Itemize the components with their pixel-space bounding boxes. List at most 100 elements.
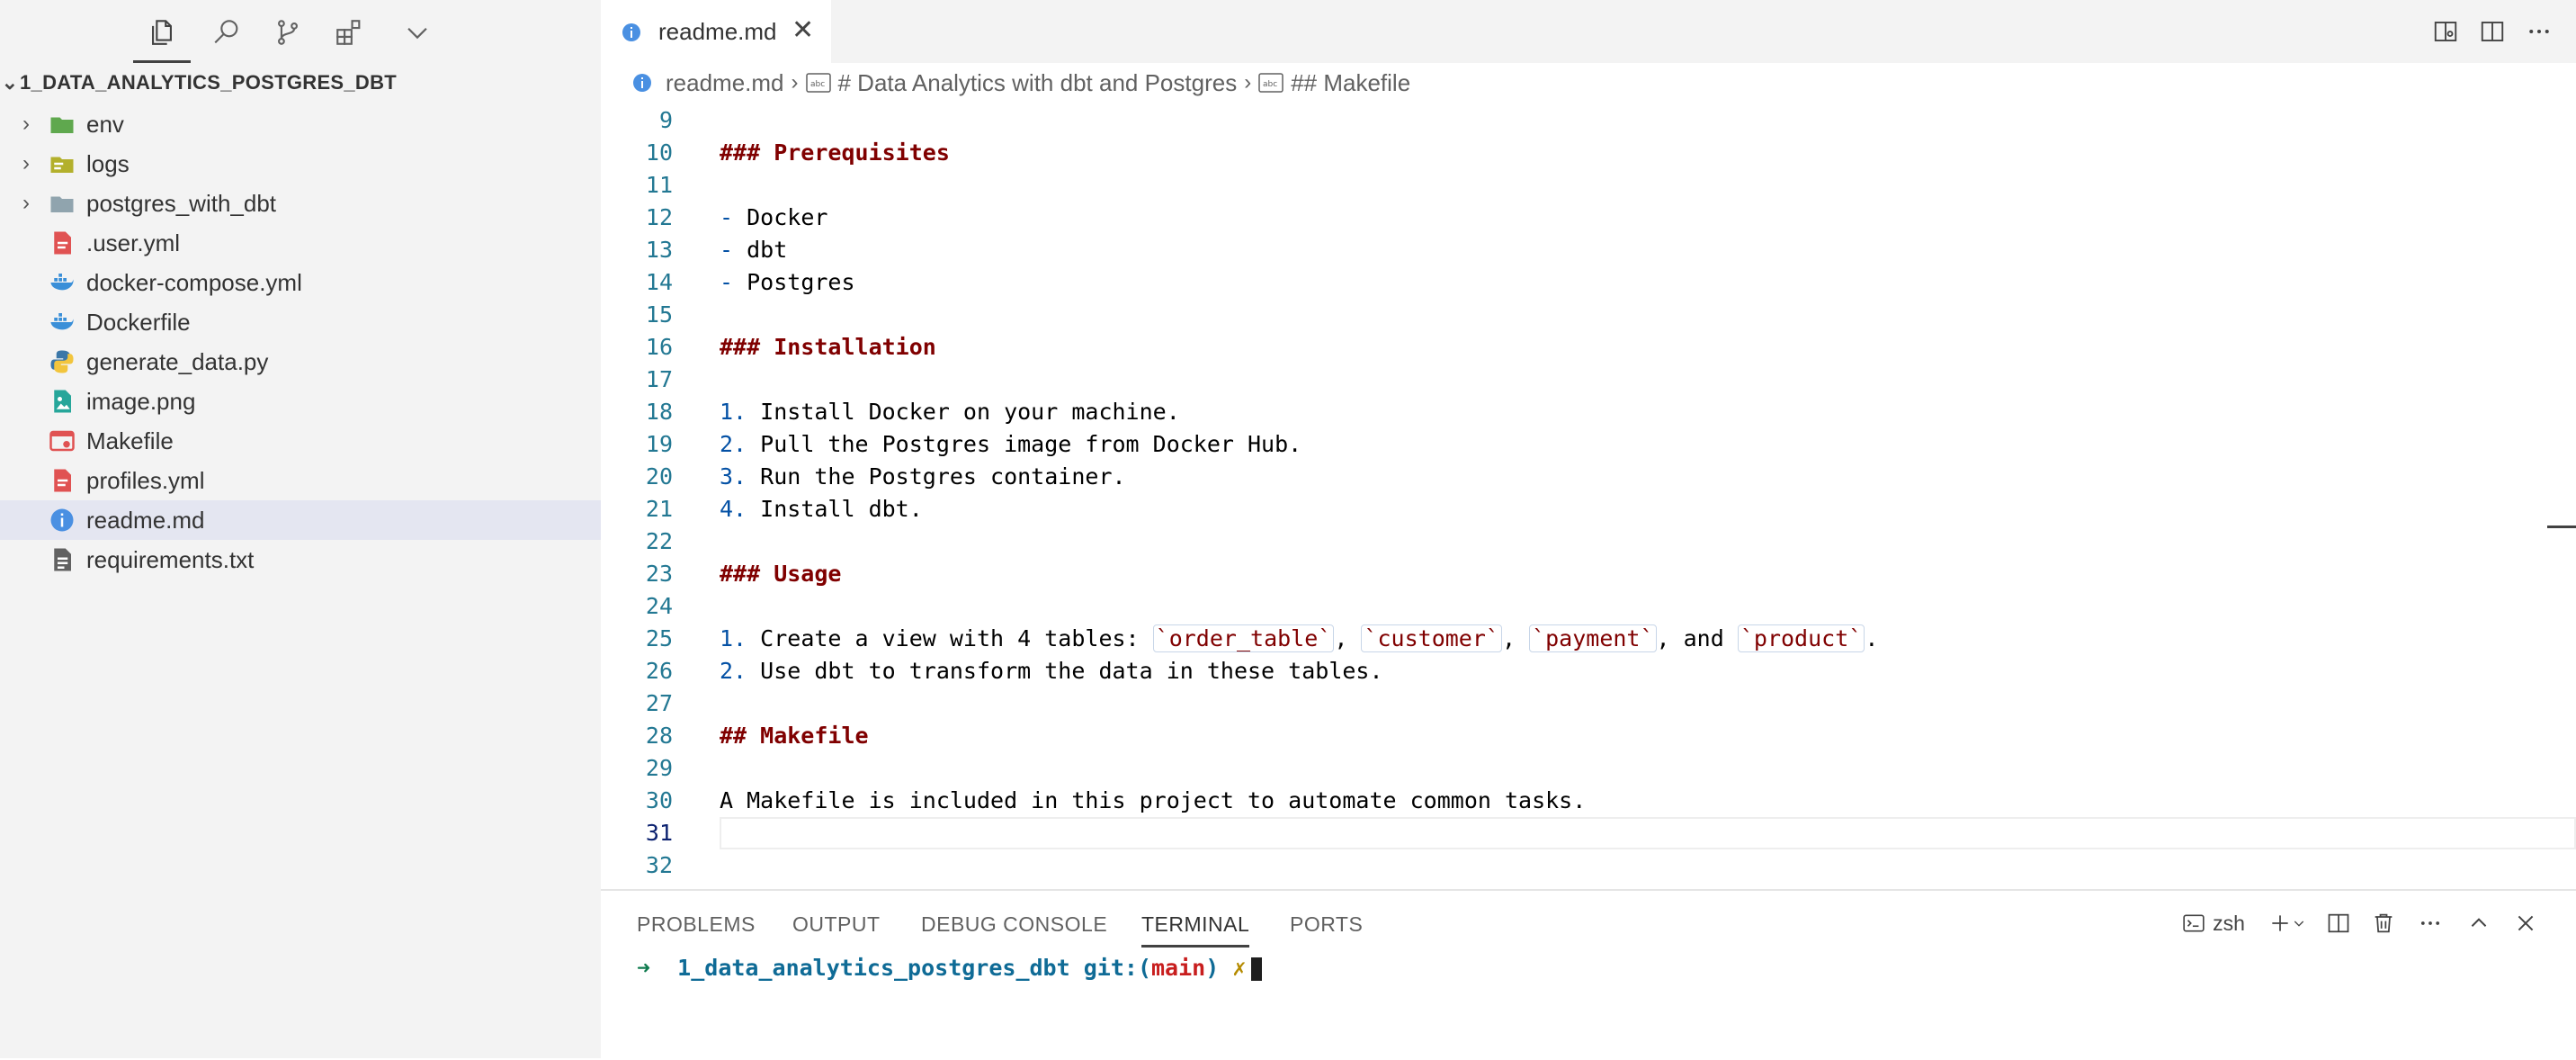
info-icon [621,22,642,48]
file-tree: › env › logs › postgres_with_dbt .user.y… [0,104,601,579]
code-line[interactable]: 19 2. Pull the Postgres image from Docker… [601,428,2576,461]
code-line[interactable]: 30 A Makefile is included in this project… [601,785,2576,817]
terminal-shell-selector[interactable]: zsh [2177,907,2250,939]
close-icon[interactable] [2509,907,2542,939]
line-number: 24 [645,593,673,619]
tab-ports[interactable]: PORTS [1290,912,1363,937]
code-line[interactable]: 31 [601,817,2576,849]
line-content: 2. Pull the Postgres image from Docker H… [720,431,1302,457]
code-line[interactable]: 32 [601,849,2576,882]
line-content: A Makefile is included in this project t… [720,787,1587,813]
tree-item-dockerfile[interactable]: Dockerfile [0,302,601,342]
new-terminal-button[interactable] [2263,907,2312,939]
chevron-down-icon [2294,921,2304,927]
tree-item-requirements[interactable]: requirements.txt [0,540,601,579]
code-editor[interactable]: 9 10 ### Prerequisites 11 12- Docker 13- dbt 1… [601,103,2576,889]
line-content: 1. Install Docker on your machine. [720,399,1180,425]
line-number: 17 [645,366,673,392]
tree-item-image-png[interactable]: image.png [0,382,601,421]
code-line[interactable]: 28 ## Makefile [601,720,2576,752]
terminal-icon [2183,914,2205,932]
prompt-directory: 1_data_analytics_postgres_dbt [677,955,1070,981]
source-control-icon[interactable] [268,13,308,52]
breadcrumb-section[interactable]: abc # Data Analytics with dbt and Postgr… [805,69,1237,97]
line-content: ### Installation [720,334,936,360]
chevron-down-icon[interactable] [398,13,437,52]
code-line[interactable]: 11 [601,169,2576,202]
line-number: 25 [645,625,673,651]
line-content: - Postgres [720,269,855,295]
docker-icon [49,269,76,296]
tree-item-generate-data[interactable]: generate_data.py [0,342,601,382]
code-line[interactable]: 14 - Postgres [601,266,2576,299]
line-number: 20 [645,463,673,490]
tab-readme[interactable]: readme.md ✕ [601,0,831,63]
tab-problems[interactable]: PROBLEMS [637,912,756,937]
code-line[interactable]: 21 4. Install dbt. [601,493,2576,526]
line-number: 13 [645,237,673,263]
split-editor-icon[interactable] [2477,16,2508,47]
code-line[interactable]: 10 ### Prerequisites [601,137,2576,169]
plus-icon [2272,915,2288,931]
tree-item-user-yml[interactable]: .user.yml [0,223,601,263]
tab-output[interactable]: OUTPUT [792,912,881,937]
line-number: 29 [645,755,673,781]
code-line[interactable]: 29 [601,752,2576,785]
tab-debug-console[interactable]: DEBUG CONSOLE [921,912,1107,937]
tree-item-env[interactable]: › env [0,104,601,144]
more-actions-icon[interactable] [2414,907,2446,939]
tab-terminal[interactable]: TERMINAL [1141,912,1250,948]
chevron-right-icon: › [22,151,30,175]
tree-item-docker-compose[interactable]: docker-compose.yml [0,263,601,302]
line-number: 19 [645,431,673,457]
breadcrumb-subsection[interactable]: abc ## Makefile [1258,69,1410,97]
more-actions-icon[interactable] [2524,16,2554,47]
yaml-file-icon [49,229,76,256]
line-number: 28 [645,723,673,749]
search-icon[interactable] [207,13,246,52]
code-line[interactable]: 13 - dbt [601,234,2576,266]
code-line[interactable]: 16 ### Installation [601,331,2576,364]
breadcrumb-separator: › [791,70,799,94]
extensions-icon[interactable] [329,13,369,52]
line-number: 31 [645,820,673,846]
code-line[interactable]: 12 - Docker [601,202,2576,234]
code-line[interactable]: 15 [601,299,2576,331]
svg-text:abc: abc [1263,80,1277,89]
tree-item-readme[interactable]: readme.md [0,500,601,540]
code-line[interactable]: 20 3. Run the Postgres container. [601,461,2576,493]
trash-icon[interactable] [2367,907,2400,939]
tree-item-postgres-with-dbt[interactable]: › postgres_with_dbt [0,184,601,223]
open-preview-icon[interactable] [2430,16,2461,47]
maximize-panel-icon[interactable] [2463,907,2495,939]
code-line[interactable]: 18 1. Install Docker on your machine. [601,396,2576,428]
prompt-git-branch: main [1151,955,1206,981]
code-line[interactable]: 25 1. Create a view with 4 tables: `order… [601,623,2576,655]
terminal-prompt[interactable]: ➜ 1_data_analytics_postgres_dbt git:(mai… [637,952,1263,984]
code-line[interactable]: 27 [601,687,2576,720]
explorer-icon[interactable] [133,13,191,63]
line-number: 14 [645,269,673,295]
code-line[interactable]: 23 ### Usage [601,558,2576,590]
code-line[interactable]: 26 2. Use dbt to transform the data in th… [601,655,2576,687]
prompt-git-label: git:( [1083,955,1151,981]
code-line[interactable]: 9 [601,104,2576,137]
explorer-root-title[interactable]: ⌄1_DATA_ANALYTICS_POSTGRES_DBT [0,68,397,97]
code-line[interactable]: 24 [601,590,2576,623]
sidebar: ⌄1_DATA_ANALYTICS_POSTGRES_DBT › env › l… [0,0,601,1058]
chevron-right-icon: › [22,112,30,136]
string-symbol-icon: abc [805,73,831,93]
code-line[interactable]: 17 [601,364,2576,396]
tree-item-makefile[interactable]: Makefile [0,421,601,461]
tree-item-profiles-yml[interactable]: profiles.yml [0,461,601,500]
tree-item-logs[interactable]: › logs [0,144,601,184]
close-icon[interactable]: ✕ [792,14,814,46]
bottom-panel: PROBLEMS OUTPUT DEBUG CONSOLE TERMINAL P… [601,889,2576,1060]
code-line[interactable]: 22 [601,526,2576,558]
sidebar-actions [0,0,601,63]
yaml-file-icon [49,467,76,494]
line-number: 16 [645,334,673,360]
info-icon [633,74,651,92]
breadcrumb-file[interactable]: readme.md [631,69,784,97]
split-terminal-icon[interactable] [2322,907,2355,939]
